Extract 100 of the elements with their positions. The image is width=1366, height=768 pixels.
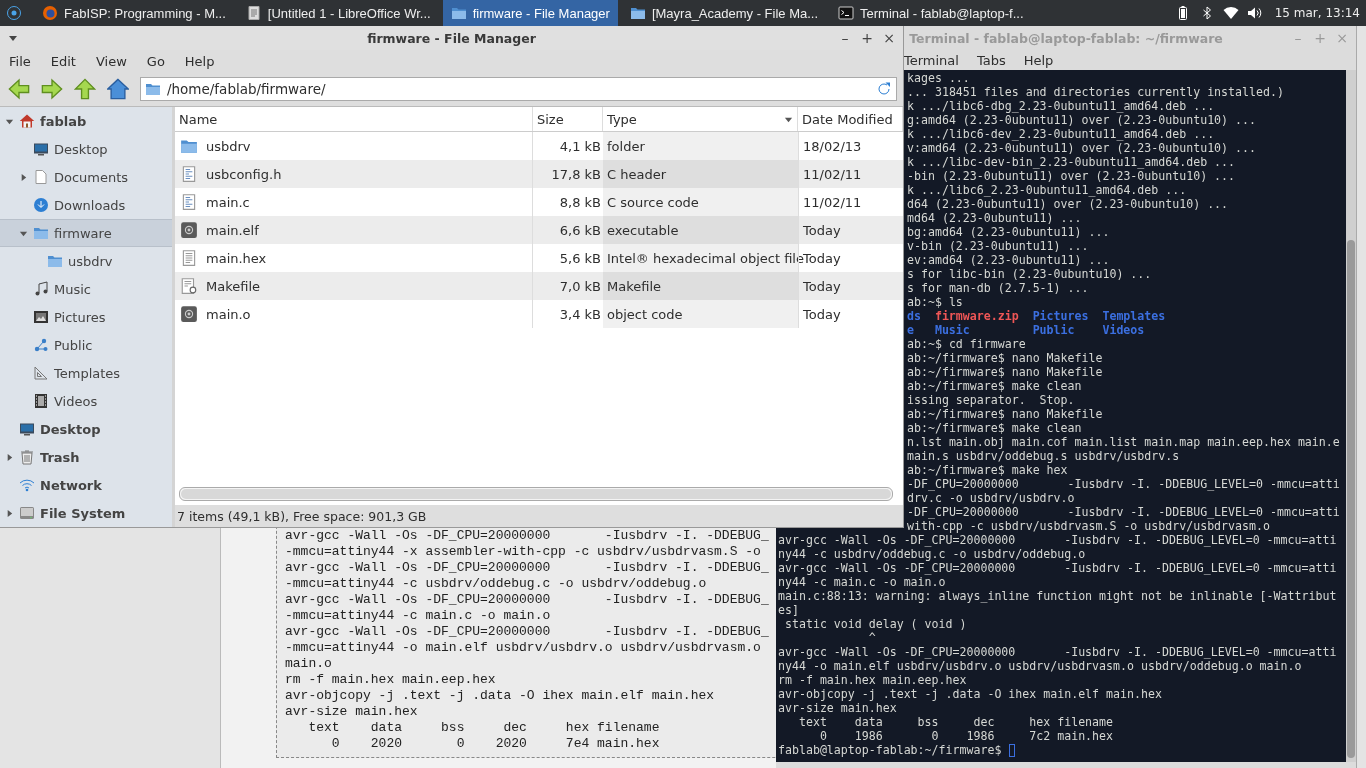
terminal-line: -bin (2.23-0ubuntu11) over (2.23-0ubuntu10) ... bbox=[907, 169, 1237, 183]
document-text-line: main.o bbox=[285, 656, 332, 672]
taskbar-button[interactable]: Terminal - fablab@laptop-f... bbox=[830, 0, 1032, 26]
refresh-icon[interactable] bbox=[876, 81, 892, 97]
app-menu-icon[interactable] bbox=[6, 5, 22, 21]
menu-item[interactable]: Edit bbox=[50, 53, 76, 69]
forward-arrow-icon[interactable] bbox=[41, 78, 63, 100]
terminal-line: ny44 -c usbdrv/oddebug.c -o usbdrv/oddebug.o bbox=[778, 547, 1087, 561]
menu-item[interactable]: Help bbox=[184, 53, 215, 69]
window-control-button[interactable]: – bbox=[835, 28, 855, 48]
file-name: main.hex bbox=[206, 250, 267, 266]
taskbar-button[interactable]: FabISP: Programming - M... bbox=[34, 0, 234, 26]
terminal-line: -DF_CPU=20000000 -Iusbdrv -I. -DDEBUG_LEVEL=0 -mmcu=atti bbox=[907, 505, 1341, 519]
address-field[interactable]: /home/fablab/firmware/ bbox=[140, 77, 897, 101]
sidebar-item[interactable]: Videos bbox=[0, 387, 172, 415]
directory-listing-entry: ds bbox=[907, 309, 922, 323]
sidebar-item[interactable]: firmware bbox=[0, 219, 172, 247]
menu-item[interactable]: Terminal bbox=[904, 52, 959, 68]
music-note-icon bbox=[33, 281, 49, 297]
directory-listing-entry: Videos bbox=[1102, 323, 1146, 337]
sidebar-item[interactable]: Desktop bbox=[0, 135, 172, 163]
document-text-line: 0 2020 0 2020 7e4 main.hex bbox=[330, 736, 660, 752]
file-date: 11/02/11 bbox=[803, 166, 862, 182]
sidebar-item[interactable]: Templates bbox=[0, 359, 172, 387]
file-row[interactable]: Makefile 7,0 kB Makefile Today bbox=[175, 272, 903, 300]
sidebar-item[interactable]: usbdrv bbox=[0, 247, 172, 275]
terminal-line: ab:~/firmware$ make clean bbox=[907, 421, 1083, 435]
file-name: main.c bbox=[206, 194, 250, 210]
terminal-line: d64 (2.23-0ubuntu11) over (2.23-0ubuntu10) ... bbox=[907, 197, 1230, 211]
document-text-line: avr-objcopy -j .text -j .data -O ihex main.elf main.hex bbox=[285, 688, 715, 704]
terminal-line: text data bss dec hex filename bbox=[797, 715, 1115, 729]
sidebar-item[interactable]: Public bbox=[0, 331, 172, 359]
scrollbar-thumb[interactable] bbox=[1347, 240, 1355, 758]
file-date: Today bbox=[803, 306, 841, 322]
menu-item[interactable]: Go bbox=[146, 53, 165, 69]
column-header[interactable]: Date Modified bbox=[798, 107, 903, 131]
sidebar-item[interactable]: Downloads bbox=[0, 191, 172, 219]
terminal-line: k .../libc6_2.23-0ubuntu11_amd64.deb ... bbox=[907, 183, 1188, 197]
text-file-icon bbox=[180, 193, 198, 211]
home-icon[interactable] bbox=[107, 78, 129, 100]
taskbar-button[interactable]: [Untitled 1 - LibreOffice Wr... bbox=[237, 0, 439, 26]
share-icon bbox=[33, 337, 49, 353]
terminal-line: ev:amd64 (2.23-0ubuntu11) ... bbox=[907, 253, 1111, 267]
sidebar-item[interactable]: Documents bbox=[0, 163, 172, 191]
terminal-line: avr-gcc -Wall -Os -DF_CPU=20000000 -Iusbdrv -I. -DDEBUG_LEVEL=0 -mmcu=atti bbox=[778, 561, 1338, 575]
terminal-line: s for libc-bin (2.23-0ubuntu10) ... bbox=[907, 267, 1153, 281]
directory-listing-entry: e bbox=[907, 323, 915, 337]
terminal-line: -DF_CPU=20000000 -Iusbdrv -I. -DDEBUG_LEVEL=0 -mmcu=atti bbox=[907, 477, 1341, 491]
file-date: 18/02/13 bbox=[803, 138, 862, 154]
text-cursor bbox=[1009, 743, 1016, 757]
column-header[interactable]: Name bbox=[175, 107, 533, 131]
terminal-line: ab:~$ cd firmware bbox=[907, 337, 1027, 351]
terminal-line: k .../libc-dev-bin_2.23-0ubuntu11_amd64.deb ... bbox=[907, 155, 1237, 169]
back-arrow-icon[interactable] bbox=[8, 78, 30, 100]
terminal-line: n.lst main.obj main.cof main.list main.map main.eep.hex main.e bbox=[907, 435, 1341, 449]
terminal-line: v:amd64 (2.23-0ubuntu11) over (2.23-0ubuntu10) ... bbox=[907, 141, 1257, 155]
menu-item[interactable]: File bbox=[9, 53, 31, 69]
menu-item[interactable]: Help bbox=[1023, 52, 1054, 68]
folder-icon bbox=[145, 81, 161, 97]
sidebar-item[interactable]: Trash bbox=[0, 443, 172, 471]
sidebar-item[interactable]: fablab bbox=[0, 107, 172, 135]
document-text-line: -mmcu=attiny44 -c main.c -o main.o bbox=[285, 608, 551, 624]
document-icon bbox=[33, 169, 49, 185]
taskbar-button[interactable]: [Mayra_Academy - File Ma... bbox=[621, 0, 827, 26]
terminal-line: ab:~$ ls bbox=[907, 295, 964, 309]
sidebar-item[interactable]: Pictures bbox=[0, 303, 172, 331]
window-menu-icon[interactable] bbox=[8, 33, 18, 43]
download-icon bbox=[33, 197, 49, 213]
drive-icon bbox=[19, 505, 35, 521]
terminal-line: ny44 -o main.elf usbdrv/usbdrv.o usbdrv/usbdrvasm.o usbdrv/oddebug.o main.o bbox=[778, 659, 1303, 673]
browser-icon bbox=[42, 5, 58, 21]
sidebar-item[interactable]: File System bbox=[0, 499, 172, 527]
monitor-icon bbox=[19, 421, 35, 437]
sidebar-item[interactable]: Network bbox=[0, 471, 172, 499]
file-size: 8,8 kB bbox=[559, 194, 601, 210]
sidebar-item[interactable]: Music bbox=[0, 275, 172, 303]
window-control-button[interactable]: × bbox=[879, 28, 899, 48]
document-icon bbox=[245, 5, 262, 21]
terminal-line: ... 318451 files and directories currently installed.) bbox=[907, 85, 1285, 99]
scrollbar[interactable] bbox=[1346, 70, 1356, 762]
up-arrow-icon[interactable] bbox=[74, 78, 96, 100]
file-name: usbconfig.h bbox=[206, 166, 282, 182]
terminal-line: avr-gcc -Wall -Os -DF_CPU=20000000 -Iusbdrv -I. -DDEBUG_LEVEL=0 -mmcu=atti bbox=[778, 533, 1338, 547]
menu-item[interactable]: Tabs bbox=[976, 52, 1006, 68]
directory-listing-entry: Templates bbox=[1102, 309, 1167, 323]
column-header[interactable]: Size bbox=[533, 107, 603, 131]
menu-item[interactable]: View bbox=[95, 53, 127, 69]
directory-listing-entry: Pictures bbox=[1032, 309, 1090, 323]
sidebar-item[interactable]: Desktop bbox=[0, 415, 172, 443]
file-row[interactable]: main.elf 6,6 kB executable Today bbox=[175, 216, 903, 244]
terminal-line: ab:~/firmware$ nano Makefile bbox=[907, 351, 1104, 365]
file-row[interactable]: usbconfig.h 17,8 kB C header 11/02/11 bbox=[175, 160, 903, 188]
file-row[interactable]: main.o 3,4 kB object code Today bbox=[175, 300, 903, 328]
window-control-button[interactable]: + bbox=[857, 28, 877, 48]
taskbar-button[interactable]: firmware - File Manager bbox=[442, 0, 618, 26]
column-header[interactable]: Type bbox=[603, 107, 798, 131]
terminal-line: kages ... bbox=[907, 71, 971, 85]
file-size: 17,8 kB bbox=[551, 166, 601, 182]
clock[interactable]: 15 mar, 13:14 bbox=[1274, 6, 1360, 20]
ruler-icon bbox=[33, 365, 49, 381]
